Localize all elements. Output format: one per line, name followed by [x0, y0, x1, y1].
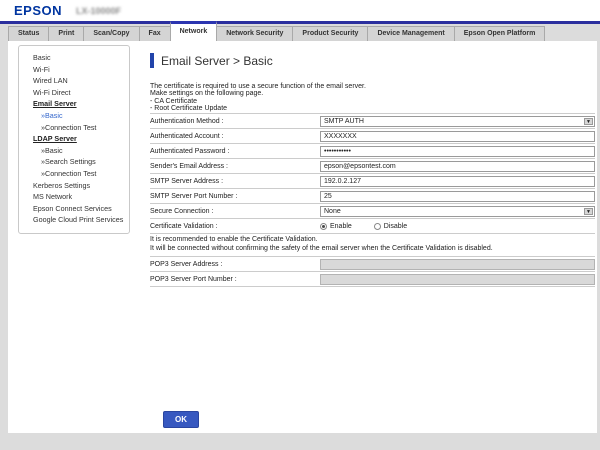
- pop3-server-port-number-control: [320, 274, 595, 285]
- secure-connection-select[interactable]: None▼: [320, 206, 595, 217]
- tab-print[interactable]: Print: [48, 26, 84, 41]
- authentication-method-control: SMTP AUTH▼: [320, 116, 595, 127]
- dropdown-arrow-icon[interactable]: ▼: [584, 208, 593, 215]
- description-line-3: - CA Certificate: [150, 98, 595, 105]
- smtp-server-address-control: [320, 176, 595, 187]
- form-row-secure-connection: Secure Connection :None▼: [150, 203, 595, 218]
- senders-email-address-label: Sender's Email Address :: [150, 163, 320, 170]
- sidebar-item-ldap-server[interactable]: LDAP Server: [33, 133, 126, 145]
- page-background: StatusPrintScan/CopyFaxNetworkNetwork Se…: [0, 24, 600, 450]
- authenticated-password-control: [320, 146, 595, 157]
- form-row-authentication-method: Authentication Method :SMTP AUTH▼: [150, 113, 595, 128]
- sidebar-item-email-server[interactable]: Email Server: [33, 98, 126, 110]
- model-name-redacted: LX-10000F: [76, 6, 121, 16]
- sidebar-item-kerberos-settings[interactable]: Kerberos Settings: [33, 180, 126, 192]
- authenticated-account-label: Authenticated Account :: [150, 133, 320, 140]
- tab-product-security[interactable]: Product Security: [292, 26, 368, 41]
- main-content: Email Server > Basic The certificate is …: [150, 53, 595, 287]
- radio-icon: [320, 223, 327, 230]
- epson-logo: EPSON: [14, 3, 62, 18]
- tab-scan-copy[interactable]: Scan/Copy: [83, 26, 139, 41]
- page-title-row: Email Server > Basic: [150, 53, 595, 68]
- page-description: The certificate is required to use a sec…: [150, 83, 595, 112]
- content-panel: BasicWi-FiWired LANWi-Fi DirectEmail Ser…: [8, 41, 597, 433]
- pop3-server-port-number-label: POP3 Server Port Number :: [150, 276, 320, 283]
- radio-option-enable[interactable]: Enable: [320, 223, 352, 230]
- description-line-2: Make settings on the following page.: [150, 90, 595, 97]
- dropdown-arrow-icon[interactable]: ▼: [584, 118, 593, 125]
- tab-device-management[interactable]: Device Management: [367, 26, 454, 41]
- form-row-smtp-server-address: SMTP Server Address :: [150, 173, 595, 188]
- title-accent-bar: [150, 53, 154, 68]
- tab-bar: StatusPrintScan/CopyFaxNetworkNetwork Se…: [8, 24, 597, 41]
- smtp-server-address-label: SMTP Server Address :: [150, 178, 320, 185]
- tab-network-security[interactable]: Network Security: [216, 26, 293, 41]
- authenticated-password-input[interactable]: [320, 146, 595, 157]
- authentication-method-select[interactable]: SMTP AUTH▼: [320, 116, 595, 127]
- smtp-server-port-number-label: SMTP Server Port Number :: [150, 193, 320, 200]
- description-line-1: The certificate is required to use a sec…: [150, 83, 595, 90]
- pop3-server-address-label: POP3 Server Address :: [150, 261, 320, 268]
- tab-epson-open-platform[interactable]: Epson Open Platform: [454, 26, 546, 41]
- pop3-server-address-control: [320, 259, 595, 270]
- radio-label: Disable: [384, 223, 407, 230]
- secure-connection-control: None▼: [320, 206, 595, 217]
- senders-email-address-input[interactable]: [320, 161, 595, 172]
- form-row-senders-email-address: Sender's Email Address :: [150, 158, 595, 173]
- page-title: Email Server > Basic: [161, 54, 273, 68]
- radio-icon: [374, 223, 381, 230]
- settings-form: Authentication Method :SMTP AUTH▼Authent…: [150, 113, 595, 287]
- authenticated-account-control: [320, 131, 595, 142]
- senders-email-address-control: [320, 161, 595, 172]
- secure-connection-label: Secure Connection :: [150, 208, 320, 215]
- sidebar-item-wi-fi-direct[interactable]: Wi-Fi Direct: [33, 87, 126, 99]
- sidebar-item-wi-fi[interactable]: Wi-Fi: [33, 64, 126, 76]
- sidebar-item-connection-test[interactable]: »Connection Test: [33, 122, 126, 134]
- form-row-authenticated-password: Authenticated Password :: [150, 143, 595, 158]
- form-row-certificate-validation: Certificate Validation : Enable Disable: [150, 218, 595, 233]
- smtp-server-port-number-input[interactable]: [320, 191, 595, 202]
- radio-label: Enable: [330, 223, 352, 230]
- radio-option-disable[interactable]: Disable: [374, 223, 407, 230]
- certificate-validation-radio-group: Enable Disable: [320, 223, 407, 230]
- tab-fax[interactable]: Fax: [139, 26, 171, 41]
- tab-network[interactable]: Network: [170, 21, 218, 41]
- sidebar-item-search-settings[interactable]: »Search Settings: [33, 156, 126, 168]
- sidebar-item-basic[interactable]: »Basic: [33, 145, 126, 157]
- note-line-2: It will be connected without confirming …: [150, 245, 595, 254]
- authenticated-account-input[interactable]: [320, 131, 595, 142]
- sidebar-item-basic[interactable]: »Basic: [33, 110, 126, 122]
- tab-status[interactable]: Status: [8, 26, 49, 41]
- form-row-smtp-server-port-number: SMTP Server Port Number :: [150, 188, 595, 203]
- certificate-validation-control: Enable Disable: [320, 223, 595, 230]
- note-line-1: It is recommended to enable the Certific…: [150, 236, 595, 245]
- header: EPSON LX-10000F: [0, 0, 600, 21]
- sidebar-item-epson-connect-services[interactable]: Epson Connect Services: [33, 203, 126, 215]
- sidebar-nav: BasicWi-FiWired LANWi-Fi DirectEmail Ser…: [18, 45, 130, 234]
- description-line-4: - Root Certificate Update: [150, 105, 595, 112]
- sidebar-item-wired-lan[interactable]: Wired LAN: [33, 75, 126, 87]
- pop3-server-address-input: [320, 259, 595, 270]
- authenticated-password-label: Authenticated Password :: [150, 148, 320, 155]
- smtp-server-address-input[interactable]: [320, 176, 595, 187]
- sidebar-item-basic[interactable]: Basic: [33, 52, 126, 64]
- smtp-server-port-number-control: [320, 191, 595, 202]
- form-row-authenticated-account: Authenticated Account :: [150, 128, 595, 143]
- sidebar-item-ms-network[interactable]: MS Network: [33, 191, 126, 203]
- sidebar-item-connection-test[interactable]: »Connection Test: [33, 168, 126, 180]
- certificate-validation-label: Certificate Validation :: [150, 223, 320, 230]
- form-row-pop3-server-address: POP3 Server Address :: [150, 256, 595, 271]
- sidebar-item-google-cloud-print-services[interactable]: Google Cloud Print Services: [33, 214, 126, 226]
- pop3-server-port-number-input: [320, 274, 595, 285]
- form-row-pop3-server-port-number: POP3 Server Port Number :: [150, 271, 595, 286]
- form-note: It is recommended to enable the Certific…: [150, 233, 595, 256]
- ok-button[interactable]: OK: [163, 411, 199, 428]
- authentication-method-label: Authentication Method :: [150, 118, 320, 125]
